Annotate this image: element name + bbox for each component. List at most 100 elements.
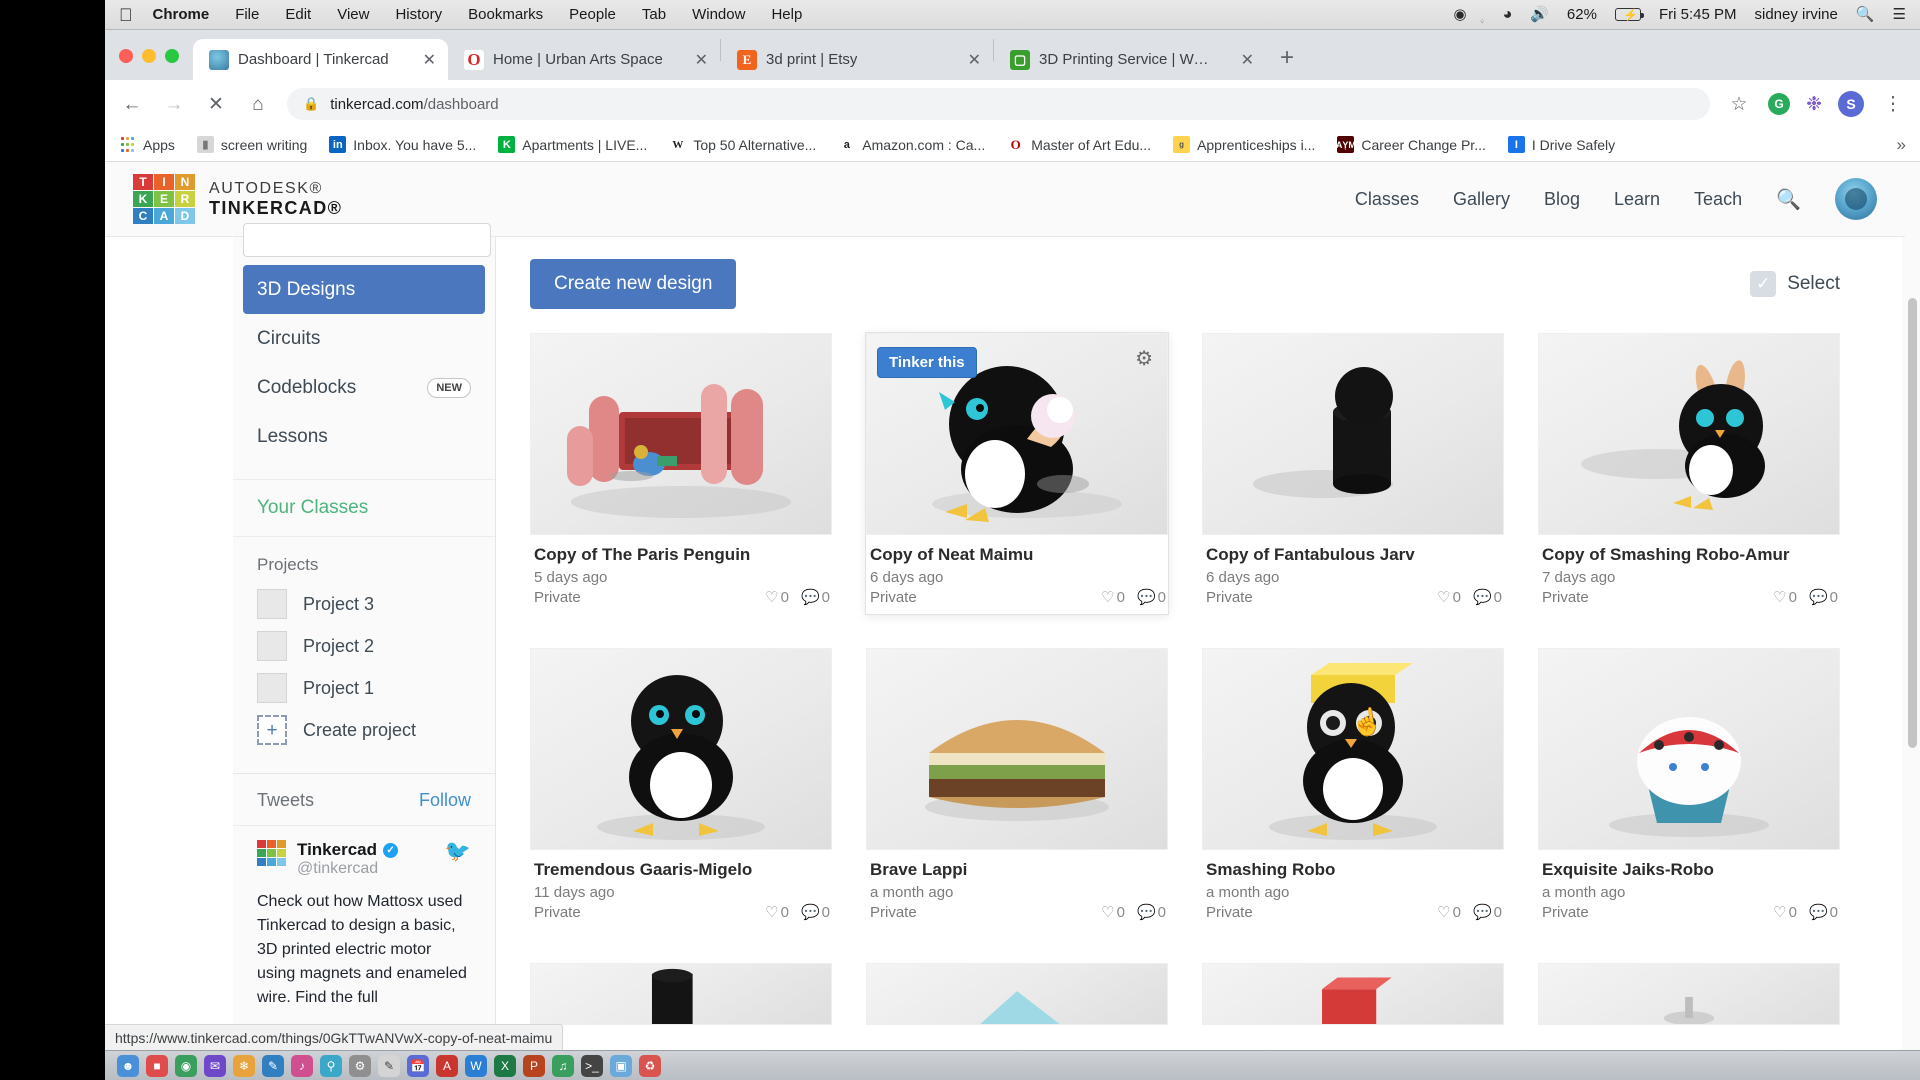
- gear-icon[interactable]: ⚙: [1135, 346, 1153, 371]
- design-thumbnail-smashing-robo-amur[interactable]: [1538, 333, 1840, 535]
- design-thumbnail-exquisite-jaiks[interactable]: [1538, 648, 1840, 850]
- design-card[interactable]: Tinker this ⚙ Copy of Neat Maimu 6 days …: [866, 333, 1168, 614]
- dock-messages-icon[interactable]: ✎: [262, 1054, 284, 1077]
- design-title[interactable]: Copy of Smashing Robo-Amur: [1542, 545, 1838, 565]
- record-icon[interactable]: ◉: [1453, 7, 1466, 22]
- design-card[interactable]: [530, 963, 832, 1025]
- nav-gallery[interactable]: Gallery: [1453, 189, 1510, 210]
- design-thumbnail-paris-penguin[interactable]: [530, 333, 832, 535]
- close-icon[interactable]: ✕: [679, 50, 708, 70]
- tab-3d-print-etsy[interactable]: E 3d print | Etsy ✕: [721, 39, 993, 80]
- bookmark-inbox[interactable]: in Inbox. You have 5...: [329, 136, 476, 153]
- bookmark-amazon[interactable]: a Amazon.com : Ca...: [838, 136, 985, 153]
- back-arrow-icon[interactable]: ←: [119, 95, 145, 114]
- sidebar-item-circuits[interactable]: Circuits: [243, 314, 485, 363]
- bookmark-i-drive-safely[interactable]: I I Drive Safely: [1507, 136, 1615, 153]
- menu-icon[interactable]: ☰: [1893, 7, 1906, 22]
- bookmark-apartments[interactable]: K Apartments | LIVE...: [498, 136, 647, 153]
- design-title[interactable]: Copy of Fantabulous Jarv: [1206, 545, 1502, 565]
- volume-icon[interactable]: 🔊: [1530, 7, 1549, 22]
- tab-3d-printing-service[interactable]: ▢ 3D Printing Service | Westervi ✕: [994, 39, 1266, 80]
- menubar-item-window[interactable]: Window: [692, 6, 745, 23]
- sidebar-item-codeblocks[interactable]: Codeblocks NEW: [243, 363, 485, 412]
- design-card[interactable]: Copy of Smashing Robo-Amur 7 days ago Pr…: [1538, 333, 1840, 614]
- create-project-button[interactable]: + Create project: [233, 709, 495, 751]
- dock-launchpad-icon[interactable]: ■: [146, 1054, 168, 1077]
- tweet-item[interactable]: Tinkercad ✓ @tinkercad 🐦 Check out how M…: [233, 825, 495, 1010]
- design-card[interactable]: [866, 963, 1168, 1025]
- design-card[interactable]: [1538, 963, 1840, 1025]
- search-icon[interactable]: 🔍: [1856, 7, 1875, 22]
- dock-mail-icon[interactable]: ✉: [204, 1054, 226, 1077]
- dock-zoom-icon[interactable]: ▣: [610, 1054, 632, 1077]
- design-thumbnail-partial[interactable]: [1538, 963, 1840, 1025]
- home-icon[interactable]: ⌂: [245, 95, 271, 114]
- sidebar-filter-dropdown[interactable]: [243, 223, 491, 257]
- twitter-follow-button[interactable]: Follow: [419, 790, 471, 811]
- design-title[interactable]: Copy of Neat Maimu: [870, 545, 1166, 565]
- new-tab-button[interactable]: +: [1266, 46, 1308, 80]
- design-title[interactable]: Tremendous Gaaris-Migelo: [534, 860, 830, 880]
- bookmark-star-icon[interactable]: ☆: [1726, 95, 1752, 114]
- dock-music-icon[interactable]: ♪: [291, 1054, 313, 1077]
- page-scrollbar-thumb[interactable]: [1908, 298, 1917, 748]
- dock-trash-icon[interactable]: ♻: [639, 1054, 661, 1077]
- forward-arrow-icon[interactable]: →: [161, 95, 187, 114]
- dock-maps-icon[interactable]: ⚲: [320, 1054, 342, 1077]
- dock-excel-icon[interactable]: X: [494, 1054, 516, 1077]
- stop-loading-icon[interactable]: ✕: [203, 95, 229, 114]
- dock-notes-icon[interactable]: ✎: [378, 1054, 400, 1077]
- close-icon[interactable]: ✕: [407, 50, 436, 70]
- nav-classes[interactable]: Classes: [1355, 189, 1419, 210]
- select-toggle[interactable]: ✓ Select: [1750, 271, 1868, 297]
- design-thumbnail-partial[interactable]: [530, 963, 832, 1025]
- design-thumbnail-fantabulous-jarv[interactable]: [1202, 333, 1504, 535]
- design-thumbnail-neat-maimu[interactable]: Tinker this ⚙: [866, 333, 1168, 535]
- dock-spotify-icon[interactable]: ♫: [552, 1054, 574, 1077]
- bookmark-career-change[interactable]: AỴM Career Change Pr...: [1336, 136, 1486, 153]
- dock-terminal-icon[interactable]: >_: [581, 1054, 603, 1077]
- bookmark-screen-writing[interactable]: ▮ screen writing: [196, 136, 307, 153]
- project-item-2[interactable]: Project 2: [233, 625, 495, 667]
- design-title[interactable]: Copy of The Paris Penguin: [534, 545, 830, 565]
- maximize-window-button[interactable]: [165, 49, 179, 63]
- grammarly-icon[interactable]: G: [1768, 93, 1791, 115]
- close-icon[interactable]: ✕: [952, 50, 981, 70]
- profile-avatar[interactable]: S: [1838, 91, 1864, 117]
- design-title[interactable]: Brave Lappi: [870, 860, 1166, 880]
- design-thumbnail-partial[interactable]: [1202, 963, 1504, 1025]
- menubar-item-tab[interactable]: Tab: [642, 6, 666, 23]
- puzzle-extensions-icon[interactable]: ❉: [1806, 93, 1822, 116]
- clock[interactable]: Fri 5:45 PM: [1659, 6, 1737, 23]
- tinker-this-button[interactable]: Tinker this: [877, 347, 977, 378]
- design-card[interactable]: Exquisite Jaiks-Robo a month ago Private…: [1538, 648, 1840, 929]
- bookmarks-overflow-button[interactable]: »: [1897, 135, 1906, 155]
- close-icon[interactable]: ✕: [1225, 50, 1254, 70]
- close-window-button[interactable]: [119, 49, 133, 63]
- design-title[interactable]: Exquisite Jaiks-Robo: [1542, 860, 1838, 880]
- menubar-item-file[interactable]: File: [235, 6, 259, 23]
- search-icon[interactable]: 🔍: [1776, 187, 1801, 212]
- bookmark-apprenticeships[interactable]: g Apprenticeships i...: [1173, 136, 1315, 153]
- design-card[interactable]: Copy of Fantabulous Jarv 6 days ago Priv…: [1202, 333, 1504, 614]
- menubar-item-bookmarks[interactable]: Bookmarks: [468, 6, 543, 23]
- design-thumbnail-partial[interactable]: [866, 963, 1168, 1025]
- dock-settings-icon[interactable]: ⚙: [349, 1054, 371, 1077]
- nav-teach[interactable]: Teach: [1694, 189, 1742, 210]
- dock-calendar-icon[interactable]: 📅: [407, 1054, 429, 1077]
- design-thumbnail-smashing-robo[interactable]: [1202, 648, 1504, 850]
- dock-finder-icon[interactable]: ☻: [117, 1054, 139, 1077]
- design-card[interactable]: Tremendous Gaaris-Migelo 11 days ago Pri…: [530, 648, 832, 929]
- current-user[interactable]: sidney irvine: [1754, 6, 1837, 23]
- sidebar-your-classes[interactable]: Your Classes: [233, 479, 495, 537]
- design-thumbnail-tremendous-gaaris[interactable]: [530, 648, 832, 850]
- design-card[interactable]: Smashing Robo a month ago Private ♡ 0 💬 0: [1202, 648, 1504, 929]
- menubar-item-history[interactable]: History: [395, 6, 442, 23]
- sidebar-item-3d-designs[interactable]: 3D Designs: [243, 265, 485, 314]
- battery-charging-icon[interactable]: ⚡: [1614, 8, 1644, 22]
- dock-word-icon[interactable]: W: [465, 1054, 487, 1077]
- nav-blog[interactable]: Blog: [1544, 189, 1580, 210]
- checkbox-checked-icon[interactable]: ✓: [1750, 271, 1777, 297]
- bookmark-apps[interactable]: Apps: [119, 136, 175, 153]
- user-avatar-icon[interactable]: [1835, 178, 1877, 220]
